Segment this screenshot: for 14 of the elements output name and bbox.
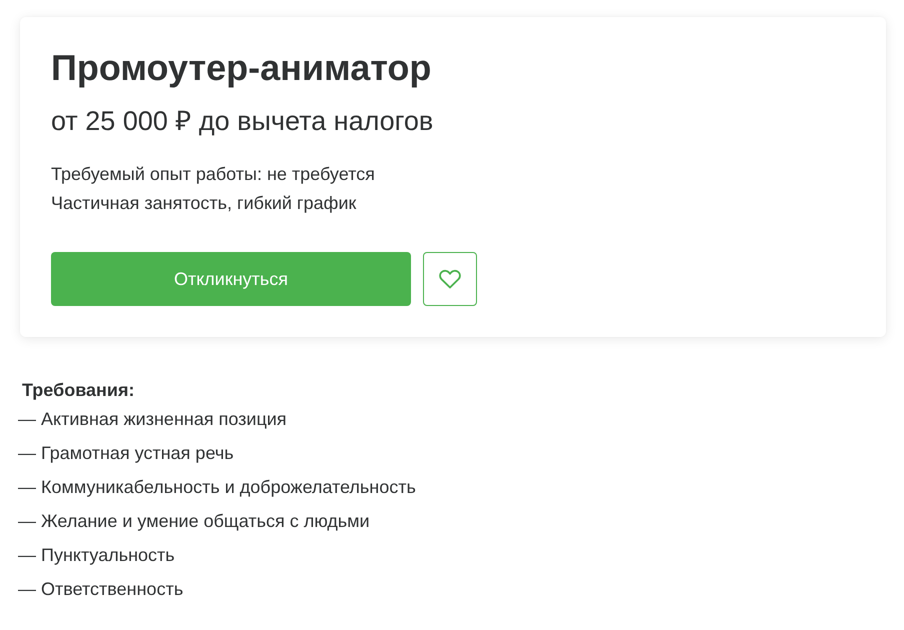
requirement-item: — Грамотная устная речь: [18, 442, 235, 465]
vacancy-title: Промоутер-аниматор: [51, 48, 432, 88]
requirement-item: — Ответственность: [18, 578, 184, 601]
requirement-item: — Желание и умение общаться с людьми: [18, 510, 371, 533]
favorite-button[interactable]: [423, 252, 477, 306]
vacancy-detail: Требуемый опыт работы: не требуется: [51, 163, 376, 186]
vacancy-detail: Частичная занятость, гибкий график: [51, 192, 358, 215]
salary-text: от 25 000 ₽ до вычета налогов: [51, 106, 434, 136]
requirement-item: — Активная жизненная позиция: [18, 408, 288, 431]
heart-icon: [439, 269, 461, 289]
requirements-heading: Требования:: [21, 379, 136, 402]
requirement-item: — Коммуникабельность и доброжелательность: [18, 476, 417, 499]
respond-button[interactable]: Откликнуться: [51, 252, 411, 306]
requirement-item: — Пунктуальность: [18, 544, 176, 567]
